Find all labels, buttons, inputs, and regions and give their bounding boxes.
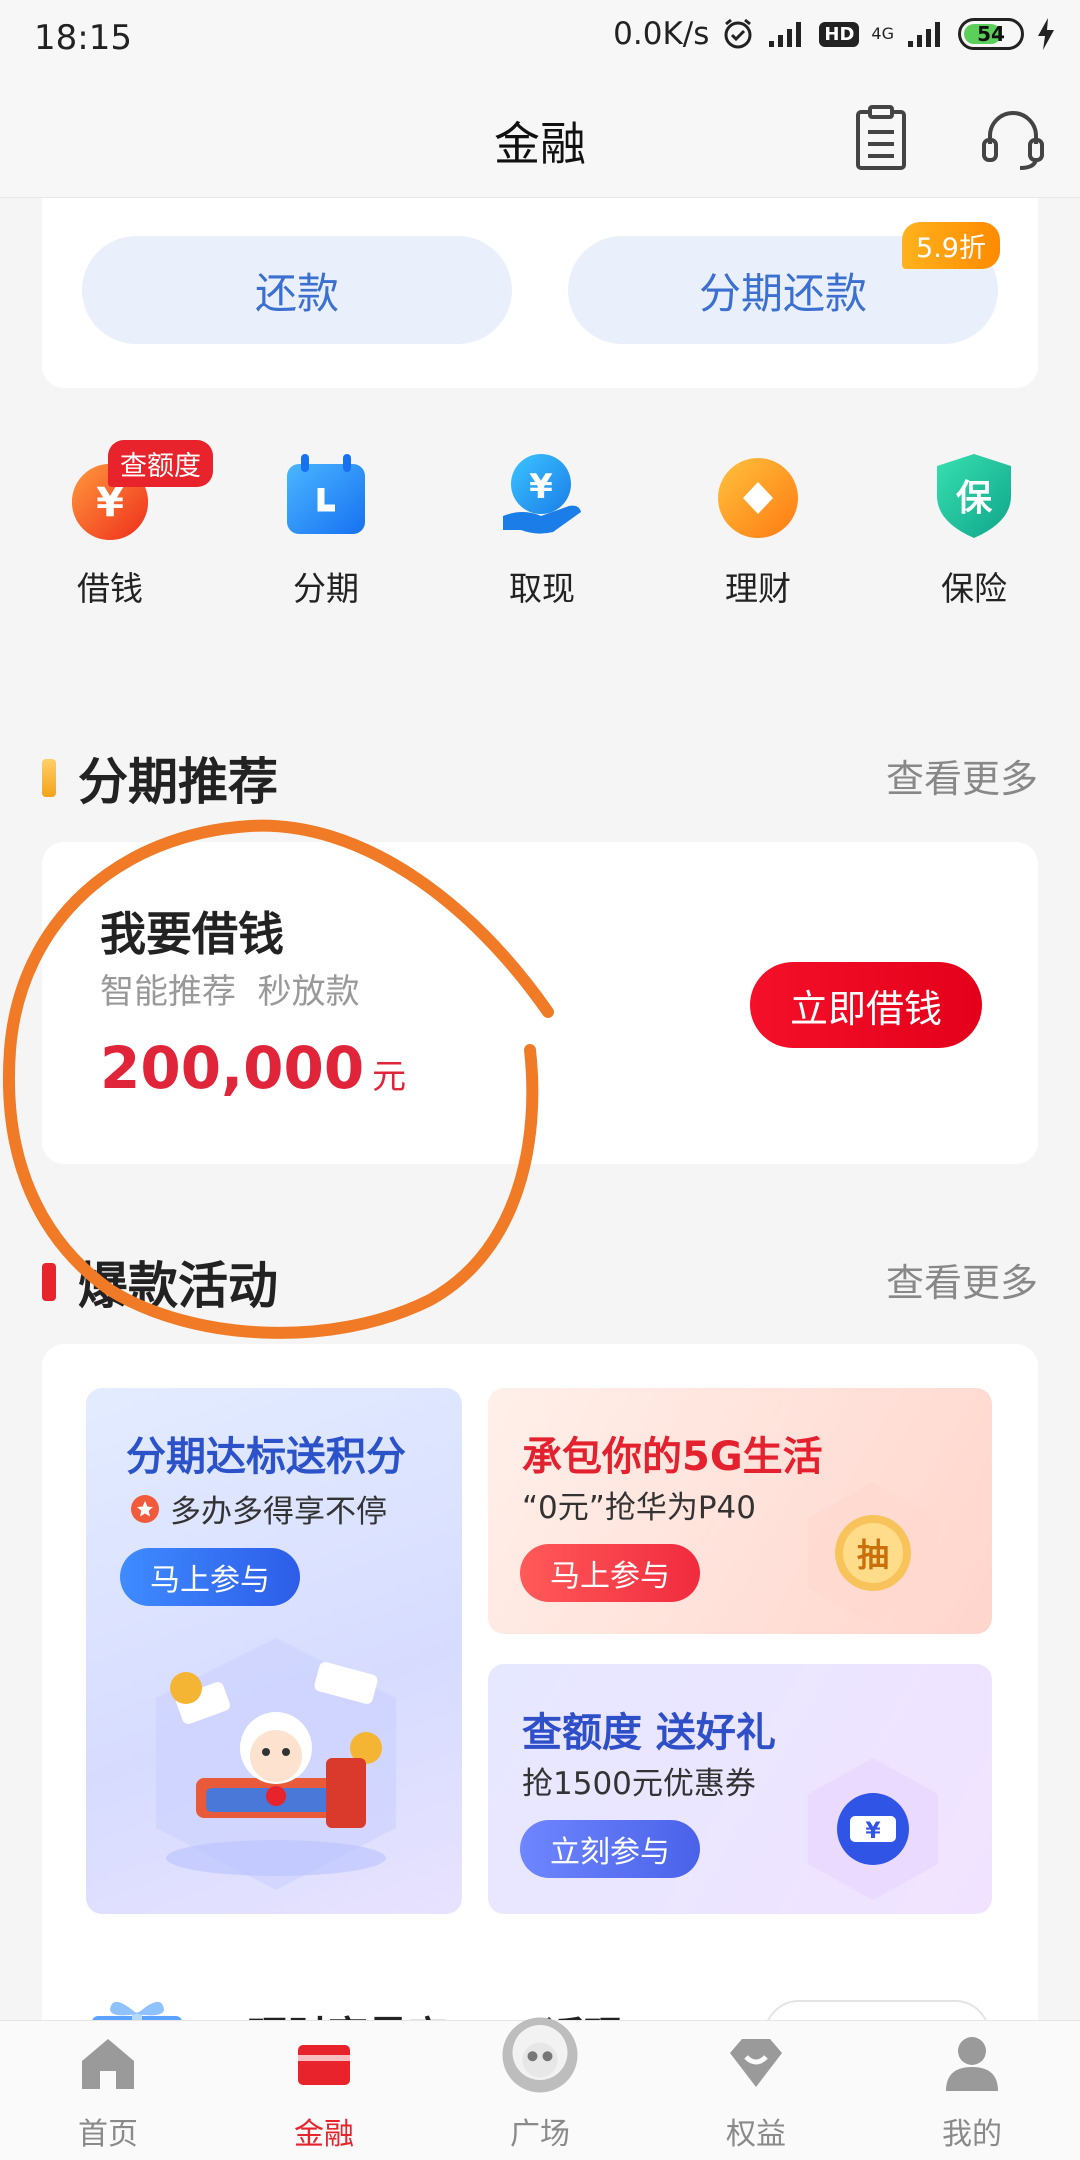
hd-badge: HD bbox=[819, 21, 860, 47]
nav-label: 我的 bbox=[942, 2117, 1002, 2152]
tile-subtitle: “0元”抢华为P40 bbox=[522, 1490, 756, 1526]
repay-card: 还款 分期还款 5.9折 bbox=[42, 198, 1038, 388]
tile-title: 分期达标送积分 bbox=[126, 1434, 406, 1480]
discount-badge: 5.9折 bbox=[902, 222, 1000, 269]
svg-text:保: 保 bbox=[956, 478, 993, 519]
nav-label: 首页 bbox=[78, 2117, 138, 2152]
loan-subtitle: 智能推荐 秒放款 bbox=[100, 972, 360, 1012]
wealth-icon bbox=[718, 458, 798, 538]
network-type: 4G bbox=[871, 24, 894, 43]
signal-icon-2 bbox=[908, 22, 940, 47]
join-now-button-3[interactable]: 立刻参与 bbox=[520, 1820, 700, 1878]
loan-card[interactable]: 我要借钱 智能推荐 秒放款 200,000 元 立即借钱 bbox=[42, 842, 1038, 1164]
app-header: 金融 bbox=[0, 78, 1080, 198]
coupon-coin-icon: ¥ bbox=[808, 1758, 938, 1900]
activity-tile-points[interactable]: 分期达标送积分 多办多得享不停 马上参与 bbox=[86, 1388, 462, 1914]
section-title-recommend: 分期推荐 bbox=[42, 742, 278, 814]
tile-subtitle-text: 多办多得享不停 bbox=[170, 1494, 387, 1530]
section-title-text: 爆款活动 bbox=[78, 1257, 278, 1315]
bill-icon[interactable] bbox=[846, 104, 916, 174]
join-now-button-2[interactable]: 马上参与 bbox=[520, 1544, 700, 1602]
loan-amount: 200,000 元 bbox=[100, 1034, 406, 1102]
nav-finance[interactable]: 金融 bbox=[259, 2031, 389, 2153]
join-now-button-1[interactable]: 马上参与 bbox=[120, 1548, 300, 1606]
battery-level: 54 bbox=[977, 22, 1005, 46]
user-icon bbox=[946, 2037, 998, 2091]
tile-subtitle: 多办多得享不停 bbox=[130, 1486, 387, 1531]
tile-title: 查额度 送好礼 bbox=[522, 1710, 776, 1756]
activity-tile-limit[interactable]: 查额度 送好礼 抢1500元优惠券 立刻参与 ¥ bbox=[488, 1664, 992, 1914]
quick-item-cash[interactable]: ¥ 取现 bbox=[472, 450, 612, 610]
mascot-avatar-icon bbox=[502, 2017, 578, 2093]
section-title-text: 分期推荐 bbox=[78, 753, 278, 811]
page-title: 金融 bbox=[494, 117, 586, 171]
svg-text:¥: ¥ bbox=[529, 467, 553, 507]
nav-home[interactable]: 首页 bbox=[43, 2031, 173, 2153]
quick-label: 取现 bbox=[509, 569, 575, 608]
nav-label: 权益 bbox=[726, 2117, 786, 2152]
nav-profile[interactable]: 我的 bbox=[907, 2031, 1037, 2153]
calendar-icon bbox=[287, 454, 365, 534]
borrow-now-button[interactable]: 立即借钱 bbox=[750, 962, 982, 1048]
alarm-icon bbox=[724, 18, 752, 49]
mascot-illustration bbox=[156, 1638, 396, 1890]
lottery-coin-icon: 抽 bbox=[808, 1482, 938, 1624]
bottom-nav: 首页 金融 广场 权益 我的 bbox=[0, 2017, 1080, 2160]
home-icon bbox=[82, 2039, 134, 2089]
diamond-icon bbox=[730, 2039, 782, 2087]
loan-amount-unit: 元 bbox=[372, 1057, 407, 1097]
section-marker bbox=[42, 759, 56, 797]
signal-icon bbox=[769, 22, 802, 47]
nav-plaza[interactable]: 广场 bbox=[475, 2017, 605, 2153]
quick-label: 借钱 bbox=[77, 569, 143, 608]
charging-icon bbox=[1038, 18, 1054, 50]
tile-title: 承包你的5G生活 bbox=[522, 1434, 823, 1480]
headset-icon[interactable] bbox=[978, 104, 1048, 174]
nav-benefits[interactable]: 权益 bbox=[691, 2031, 821, 2153]
quick-item-installment[interactable]: 分期 bbox=[256, 450, 396, 610]
quick-label: 保险 bbox=[941, 569, 1007, 608]
nav-label: 金融 bbox=[294, 2117, 354, 2152]
activity-tile-5g[interactable]: 承包你的5G生活 “0元”抢华为P40 马上参与 抽 bbox=[488, 1388, 992, 1634]
status-time: 18:15 bbox=[34, 18, 132, 58]
quick-item-wealth[interactable]: 理财 bbox=[688, 450, 828, 610]
status-indicators: 0.0K/s HD 4G 54 bbox=[613, 16, 1056, 52]
cash-hand-icon: ¥ bbox=[503, 454, 581, 534]
repay-button[interactable]: 还款 bbox=[82, 236, 512, 344]
recommend-more-link[interactable]: 查看更多 bbox=[886, 748, 1038, 803]
quick-label: 理财 bbox=[725, 569, 791, 608]
installment-repay-label: 分期还款 bbox=[698, 268, 867, 318]
tile-subtitle: 抢1500元优惠券 bbox=[522, 1766, 756, 1802]
quick-item-insurance[interactable]: 保 保险 bbox=[904, 450, 1044, 610]
loan-title: 我要借钱 bbox=[100, 907, 284, 961]
star-badge-icon bbox=[131, 1494, 159, 1523]
activity-more-link[interactable]: 查看更多 bbox=[886, 1252, 1038, 1307]
shield-icon: 保 bbox=[937, 454, 1011, 538]
quick-label: 分期 bbox=[293, 569, 359, 608]
coupon-badge-text: ¥ bbox=[865, 1819, 881, 1844]
card-icon bbox=[298, 2045, 350, 2085]
net-speed: 0.0K/s bbox=[613, 16, 710, 52]
installment-repay-button[interactable]: 分期还款 5.9折 bbox=[568, 222, 1000, 344]
loan-amount-value: 200,000 bbox=[100, 1034, 365, 1102]
section-marker bbox=[42, 1263, 56, 1301]
battery-icon: 54 bbox=[958, 18, 1024, 50]
check-limit-tag: 查额度 bbox=[108, 440, 213, 487]
nav-label: 广场 bbox=[510, 2117, 570, 2152]
activity-card: 分期达标送积分 多办多得享不停 马上参与 承包你的5G生活 “0元”抢华为P40… bbox=[42, 1344, 1038, 2070]
section-title-activity: 爆款活动 bbox=[42, 1246, 278, 1318]
status-bar: 18:15 0.0K/s HD 4G 54 bbox=[0, 0, 1080, 78]
lottery-badge-text: 抽 bbox=[857, 1536, 889, 1574]
